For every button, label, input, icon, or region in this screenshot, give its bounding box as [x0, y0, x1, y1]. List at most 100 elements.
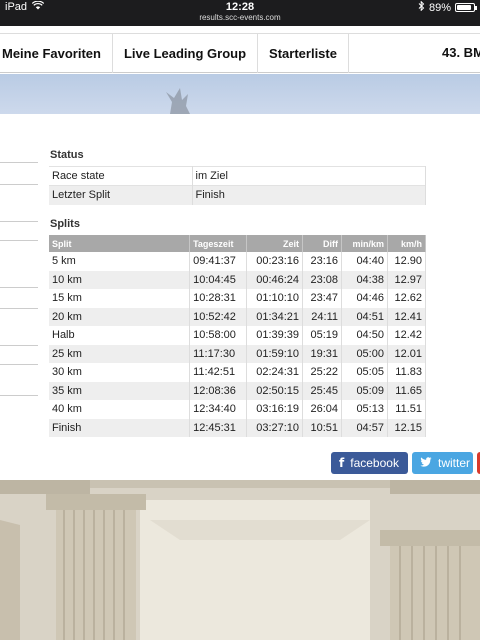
split-min-km: 05:13	[341, 400, 388, 419]
table-row: 10 km 10:04:45 00:46:24 23:08 04:38 12.97	[49, 270, 427, 289]
splits-table: Split Tageszeit Zeit Diff min/km km/h 5 …	[49, 235, 427, 437]
split-name: 5 km	[49, 252, 191, 271]
divider	[0, 395, 38, 396]
table-row: Letzter Split Finish	[49, 185, 426, 205]
table-row: 15 km 10:28:31 01:10:10 23:47 04:46 12.62	[49, 289, 427, 308]
split-min-km: 04:50	[341, 326, 388, 345]
split-name: Finish	[49, 418, 191, 437]
split-diff: 23:47	[302, 289, 342, 308]
main-nav: Meine Favoriten Live Leading Group Start…	[0, 33, 480, 73]
split-zeit: 01:39:39	[246, 326, 304, 345]
split-min-km: 04:40	[341, 252, 388, 271]
split-diff: 25:45	[302, 381, 342, 400]
col-zeit: Zeit	[246, 235, 304, 252]
split-min-km: 04:38	[341, 270, 388, 289]
table-row: 40 km 12:34:40 03:16:19 26:04 05:13 11.51	[49, 400, 427, 419]
split-tageszeit: 12:08:36	[189, 381, 248, 400]
split-diff: 19:31	[302, 344, 342, 363]
split-diff: 26:04	[302, 400, 342, 419]
split-name: 15 km	[49, 289, 191, 308]
facebook-button[interactable]: f facebook	[331, 452, 408, 474]
divider	[0, 345, 38, 346]
split-name: 25 km	[49, 344, 191, 363]
table-row: 25 km 11:17:30 01:59:10 19:31 05:00 12.01	[49, 344, 427, 363]
columns-illustration	[0, 480, 480, 640]
status-value: Finish	[192, 185, 426, 205]
table-row: 35 km 12:08:36 02:50:15 25:45 05:09 11.65	[49, 381, 427, 400]
split-zeit: 01:10:10	[246, 289, 304, 308]
split-min-km: 05:00	[341, 344, 388, 363]
divider	[0, 240, 38, 241]
split-diff: 23:08	[302, 270, 342, 289]
split-name: 35 km	[49, 381, 191, 400]
table-row: 30 km 11:42:51 02:24:31 25:22 05:05 11.83	[49, 363, 427, 382]
split-name: 30 km	[49, 363, 191, 382]
split-diff: 10:51	[302, 418, 342, 437]
header-banner	[0, 74, 480, 114]
col-split: Split	[49, 235, 191, 252]
split-tageszeit: 11:42:51	[189, 363, 248, 382]
split-name: 40 km	[49, 400, 191, 419]
background-photo	[0, 480, 480, 640]
split-name: Halb	[49, 326, 191, 345]
split-tageszeit: 10:28:31	[189, 289, 248, 308]
split-min-km: 04:46	[341, 289, 388, 308]
split-diff: 25:22	[302, 363, 342, 382]
split-kmh: 12.90	[387, 252, 427, 271]
split-kmh: 11.51	[387, 400, 427, 419]
twitter-label: twitter	[438, 456, 471, 470]
battery-percent: 89%	[428, 1, 451, 14]
nav-live-leading-group[interactable]: Live Leading Group	[113, 33, 259, 73]
status-table: Race state im Ziel Letzter Split Finish	[49, 166, 426, 205]
split-zeit: 03:16:19	[246, 400, 304, 419]
split-zeit: 01:34:21	[246, 307, 304, 326]
split-kmh: 12.42	[387, 326, 427, 345]
table-row: Race state im Ziel	[49, 166, 426, 186]
twitter-button[interactable]: twitter	[412, 452, 473, 474]
split-tageszeit: 12:34:40	[189, 400, 248, 419]
nav-starterliste[interactable]: Starterliste	[258, 33, 349, 73]
split-diff: 24:11	[302, 307, 342, 326]
status-right: 89%	[418, 0, 477, 14]
splits-heading: Splits	[50, 218, 80, 230]
divider	[0, 308, 38, 309]
col-diff: Diff	[302, 235, 342, 252]
split-zeit: 02:50:15	[246, 381, 304, 400]
split-tageszeit: 12:45:31	[189, 418, 248, 437]
split-min-km: 04:51	[341, 307, 388, 326]
split-min-km: 04:57	[341, 418, 388, 437]
facebook-icon: f	[339, 456, 345, 470]
clock: 12:28	[225, 1, 255, 13]
splits-header-row: Split Tageszeit Zeit Diff min/km km/h	[49, 235, 427, 252]
split-kmh: 12.41	[387, 307, 427, 326]
split-kmh: 12.01	[387, 344, 427, 363]
divider	[0, 221, 38, 222]
event-title[interactable]: 43. BM	[442, 45, 480, 60]
split-tageszeit: 09:41:37	[189, 252, 248, 271]
status-label: Race state	[49, 166, 193, 186]
status-label: Letzter Split	[49, 185, 193, 205]
nav-meine-favoriten[interactable]: Meine Favoriten	[0, 33, 113, 73]
split-zeit: 03:27:10	[246, 418, 304, 437]
status-bar: iPad 12:28 results.scc-events.com 89%	[0, 0, 480, 26]
split-tageszeit: 10:52:42	[189, 307, 248, 326]
twitter-icon	[420, 456, 432, 470]
divider	[0, 287, 38, 288]
status-value: im Ziel	[192, 166, 426, 186]
table-row: 5 km 09:41:37 00:23:16 23:16 04:40 12.90	[49, 252, 427, 271]
divider	[0, 162, 38, 163]
address-url[interactable]: results.scc-events.com	[0, 13, 480, 22]
split-kmh: 11.65	[387, 381, 427, 400]
split-diff: 05:19	[302, 326, 342, 345]
col-min-km: min/km	[341, 235, 388, 252]
split-zeit: 00:23:16	[246, 252, 304, 271]
split-name: 20 km	[49, 307, 191, 326]
divider	[0, 184, 38, 185]
split-kmh: 12.15	[387, 418, 427, 437]
split-tageszeit: 11:17:30	[189, 344, 248, 363]
split-zeit: 01:59:10	[246, 344, 304, 363]
divider	[0, 364, 38, 365]
quadriga-silhouette	[166, 88, 190, 114]
col-kmh: km/h	[387, 235, 427, 252]
table-row: Finish 12:45:31 03:27:10 10:51 04:57 12.15	[49, 418, 427, 437]
